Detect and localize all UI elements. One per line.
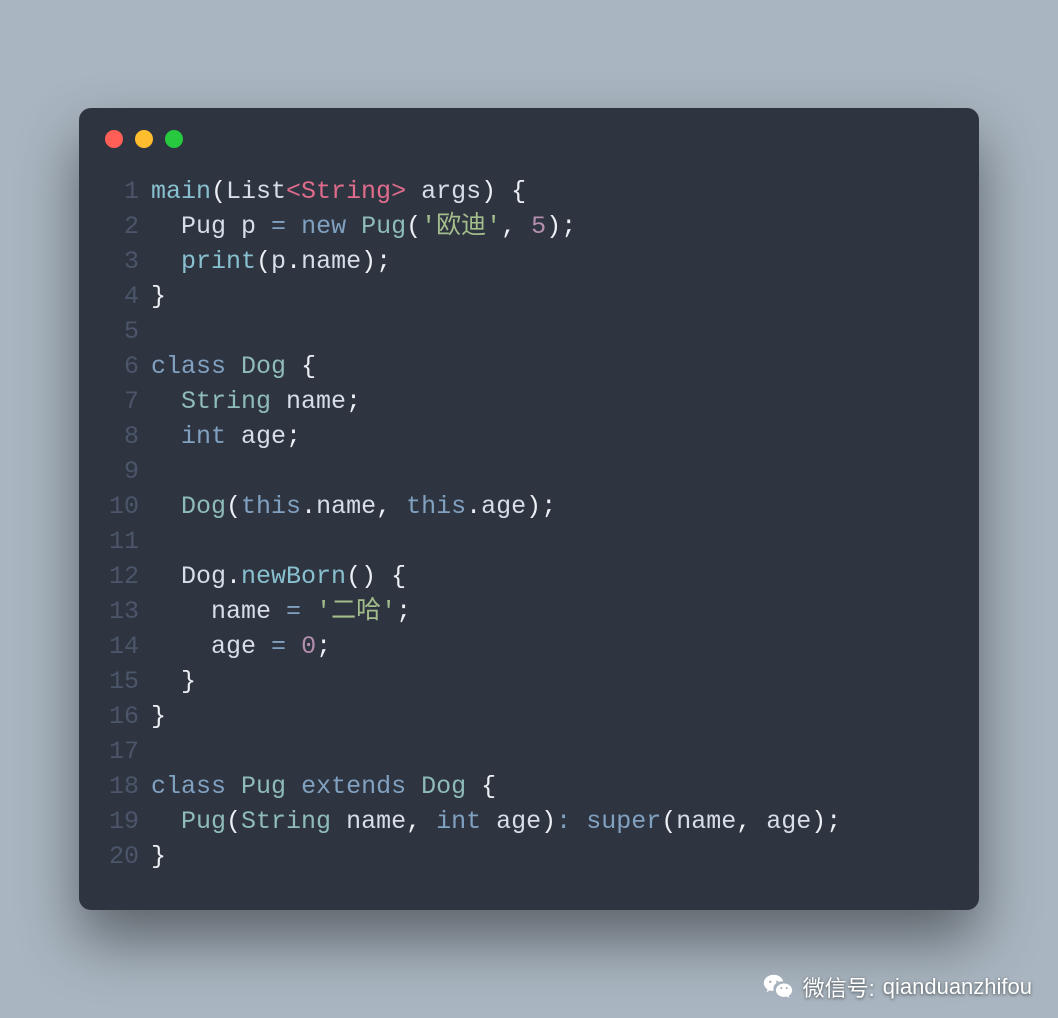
code-line: 1main(List<String> args) {: [105, 174, 953, 209]
code-content: [151, 524, 166, 559]
code-content: int age;: [151, 419, 301, 454]
code-line: 10 Dog(this.name, this.age);: [105, 489, 953, 524]
line-number: 5: [105, 314, 151, 349]
code-line: 15 }: [105, 664, 953, 699]
code-line: 5: [105, 314, 953, 349]
window-minimize-dot[interactable]: [135, 130, 153, 148]
code-content: name = '二哈';: [151, 594, 411, 629]
line-number: 6: [105, 349, 151, 384]
code-content: Pug p = new Pug('欧迪', 5);: [151, 209, 576, 244]
code-content: }: [151, 279, 166, 314]
line-number: 18: [105, 769, 151, 804]
code-line: 4}: [105, 279, 953, 314]
line-number: 4: [105, 279, 151, 314]
line-number: 9: [105, 454, 151, 489]
code-line: 16}: [105, 699, 953, 734]
code-content: [151, 454, 166, 489]
code-line: 11: [105, 524, 953, 559]
code-content: }: [151, 699, 166, 734]
code-line: 17: [105, 734, 953, 769]
line-number: 15: [105, 664, 151, 699]
line-number: 7: [105, 384, 151, 419]
code-content: }: [151, 664, 196, 699]
code-line: 9: [105, 454, 953, 489]
code-line: 14 age = 0;: [105, 629, 953, 664]
code-content: }: [151, 839, 166, 874]
line-number: 19: [105, 804, 151, 839]
code-line: 7 String name;: [105, 384, 953, 419]
code-area: 1main(List<String> args) {2 Pug p = new …: [79, 156, 979, 874]
code-content: Pug(String name, int age): super(name, a…: [151, 804, 841, 839]
code-line: 19 Pug(String name, int age): super(name…: [105, 804, 953, 839]
watermark-account: qianduanzhifou: [883, 974, 1032, 1000]
window-zoom-dot[interactable]: [165, 130, 183, 148]
code-content: [151, 734, 166, 769]
line-number: 10: [105, 489, 151, 524]
code-content: Dog.newBorn() {: [151, 559, 406, 594]
code-line: 3 print(p.name);: [105, 244, 953, 279]
code-content: age = 0;: [151, 629, 331, 664]
line-number: 11: [105, 524, 151, 559]
line-number: 14: [105, 629, 151, 664]
code-line: 13 name = '二哈';: [105, 594, 953, 629]
line-number: 12: [105, 559, 151, 594]
line-number: 2: [105, 209, 151, 244]
line-number: 3: [105, 244, 151, 279]
watermark-label: 微信号:: [803, 971, 875, 1003]
code-line: 2 Pug p = new Pug('欧迪', 5);: [105, 209, 953, 244]
line-number: 20: [105, 839, 151, 874]
code-content: Dog(this.name, this.age);: [151, 489, 556, 524]
code-content: print(p.name);: [151, 244, 391, 279]
code-line: 12 Dog.newBorn() {: [105, 559, 953, 594]
code-content: String name;: [151, 384, 361, 419]
window-traffic-lights: [79, 108, 979, 156]
code-line: 6class Dog {: [105, 349, 953, 384]
code-window: 1main(List<String> args) {2 Pug p = new …: [79, 108, 979, 910]
watermark: 微信号: qianduanzhifou: [761, 970, 1032, 1004]
code-content: main(List<String> args) {: [151, 174, 526, 209]
code-content: class Pug extends Dog {: [151, 769, 496, 804]
line-number: 16: [105, 699, 151, 734]
code-content: class Dog {: [151, 349, 316, 384]
code-line: 8 int age;: [105, 419, 953, 454]
wechat-icon: [761, 970, 795, 1004]
code-content: [151, 314, 166, 349]
line-number: 1: [105, 174, 151, 209]
line-number: 8: [105, 419, 151, 454]
window-close-dot[interactable]: [105, 130, 123, 148]
line-number: 17: [105, 734, 151, 769]
code-line: 18class Pug extends Dog {: [105, 769, 953, 804]
line-number: 13: [105, 594, 151, 629]
code-line: 20}: [105, 839, 953, 874]
